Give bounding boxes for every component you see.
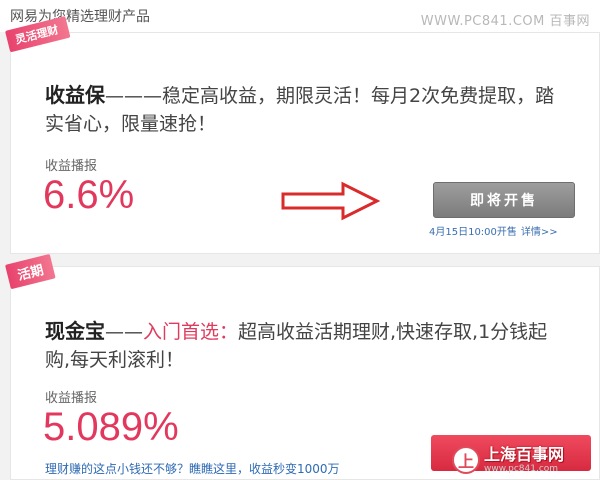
product-name: 现金宝 [45,319,105,343]
watermark-name: 上海百事网 [484,444,565,464]
sale-time: 4月15日10:00开售 [429,227,517,238]
yield-label: 收益播报 [45,391,98,406]
product-headline: 收益保———稳定高收益，期限灵活！每月2次免费提取，踏实省心，限量速抢！ [45,81,565,138]
watermark-logo-icon: 上 [452,446,480,474]
site-watermark: WWW.PC841.COM 百事网 [420,14,590,29]
product-highlight: 入门首选： [143,321,239,343]
yield-value: 5.089% [43,405,179,449]
sale-info: 4月15日10:00开售 详情>> [429,223,558,238]
product-dash: ——— [105,85,162,107]
yield-label: 收益播报 [45,159,98,174]
product-headline: 现金宝——入门首选：超高收益活期理财,快速存取,1分钱起购,每天利滚利！ [45,317,565,374]
page-title: 网易为您精选理财产品 [10,9,150,25]
product-name: 收益保 [45,83,105,107]
product-card-shouyibao: 灵活理财 收益保———稳定高收益，期限灵活！每月2次免费提取，踏实省心，限量速抢… [5,16,600,254]
coming-soon-button[interactable]: 即将开售 [433,182,575,218]
right-arrow-icon [281,181,381,221]
corner-watermark: 上 上海百事网 www.pc841.com [452,440,600,480]
yield-value: 6.6% [43,173,135,217]
promo-link[interactable]: 理财赚的这点小钱还不够？瞧瞧这里，收益秒变1000万 [45,460,340,477]
product-dash: —— [105,321,143,343]
product-tag: 活期 [5,253,56,290]
watermark-url: www.pc841.com [484,463,559,474]
details-link[interactable]: 详情>> [521,227,558,238]
header: 网易为您精选理财产品 WWW.PC841.COM 百事网 [0,0,600,32]
